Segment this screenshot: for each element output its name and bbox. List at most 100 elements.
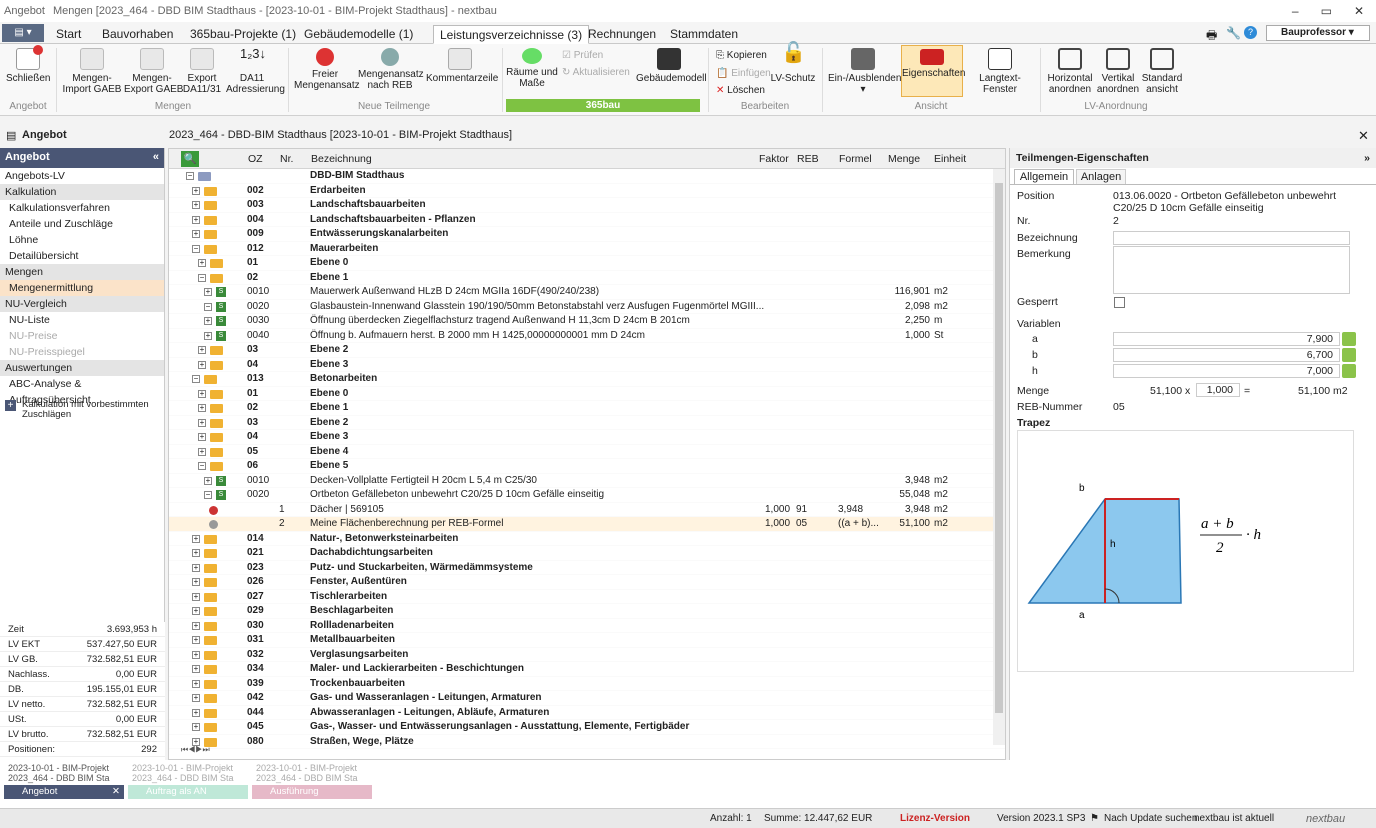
col-nr[interactable]: Nr. (280, 153, 293, 165)
schliessen-button[interactable]: Schließen (6, 45, 50, 84)
mengen-import-gaeb-button[interactable]: Mengen- Import GAEB (62, 48, 122, 95)
table-row[interactable]: +044 Abwasseranlagen - Leitungen, Abläufe… (169, 706, 1005, 720)
expand-toggle-icon[interactable]: + (192, 636, 200, 644)
expand-toggle-icon[interactable]: + (192, 534, 200, 543)
expand-toggle-icon[interactable]: − (198, 462, 206, 470)
kommentarzeile-button[interactable]: Kommentarzeile (426, 48, 498, 84)
tab-doc-ausfuehrung[interactable]: Ausführung (252, 785, 372, 799)
kopieren-button[interactable]: ⎘ Kopieren (716, 50, 767, 61)
expand-toggle-icon[interactable]: + (198, 433, 206, 441)
mengenansatz-reb-button[interactable]: Mengenansatz nach REB (358, 48, 424, 91)
expand-toggle-icon[interactable]: + (204, 288, 212, 296)
vertikal-anordnen-button[interactable]: Vertikal anordnen (1096, 48, 1140, 95)
file-menu-button[interactable]: ▤ ▾ (2, 24, 44, 42)
help-icon[interactable]: ? (1244, 26, 1257, 39)
table-row[interactable]: +039 Trockenbauarbeiten (169, 677, 1005, 691)
table-row[interactable]: +002 Erdarbeiten (169, 184, 1005, 198)
table-row[interactable]: +030 Rollladenarbeiten (169, 619, 1005, 633)
tab-rechnungen[interactable]: Rechnungen (582, 25, 662, 44)
table-row[interactable]: − 06 Ebene 5 (169, 459, 1005, 474)
expand-toggle-icon[interactable]: + (198, 389, 206, 398)
table-row[interactable]: − 013 Betonarbeiten (169, 372, 1005, 387)
table-row[interactable]: +02 Ebene 1 (169, 401, 1005, 416)
table-row[interactable]: +01 Ebene 0 (169, 256, 1005, 271)
nav-item[interactable]: ABC-Analyse & Auftragsübersicht (0, 376, 164, 406)
table-row[interactable]: +029 Beschlagarbeiten (169, 604, 1005, 619)
col-reb[interactable]: REB (797, 153, 819, 165)
expand-toggle-icon[interactable]: + (192, 592, 200, 601)
col-menge[interactable]: Menge (888, 153, 920, 165)
scroll-thumb[interactable] (995, 183, 1003, 713)
tab-bauvorhaben[interactable]: Bauvorhaben (96, 25, 179, 44)
vertical-scrollbar[interactable] (993, 169, 1005, 745)
expand-toggle-icon[interactable]: + (192, 215, 200, 224)
close-icon[interactable]: ✕ (1354, 4, 1364, 18)
expand-toggle-icon[interactable]: + (192, 650, 200, 659)
expand-toggle-icon[interactable]: + (192, 723, 200, 731)
variable-value-input[interactable]: 7,900 (1113, 332, 1340, 346)
expand-toggle-icon[interactable]: + (204, 476, 212, 485)
table-row[interactable]: +032 Verglasungsarbeiten (169, 648, 1005, 662)
wrench-icon[interactable]: 🔧 (1226, 26, 1241, 40)
doc-2-caption[interactable]: 2023-10-01 - BIM-Projekt 2023_464 - DBD B… (132, 763, 234, 783)
variable-value-input[interactable]: 6,700 (1113, 348, 1340, 362)
freier-mengenansatz-button[interactable]: Freier Mengenansatz (294, 48, 360, 91)
variable-pick-icon[interactable] (1342, 348, 1356, 362)
menge-factor-input[interactable]: 1,000 (1196, 383, 1240, 397)
table-row[interactable]: +03 Ebene 2 (169, 416, 1005, 430)
expand-toggle-icon[interactable]: + (192, 563, 200, 572)
nav-item[interactable]: Kalkulationsverfahren (0, 200, 164, 216)
nav-item[interactable]: Anteile und Zuschläge (0, 216, 164, 232)
table-row[interactable]: +034 Maler- und Lackierarbeiten - Beschic… (169, 662, 1005, 677)
expand-toggle-icon[interactable]: + (192, 607, 200, 615)
expand-toggle-icon[interactable]: + (192, 201, 200, 209)
table-row[interactable]: +04 Ebene 3 (169, 358, 1005, 372)
table-row[interactable]: +042 Gas- und Wasseranlagen - Leitungen, … (169, 691, 1005, 706)
kalkulation-note[interactable]: + Kalkulation mit vorbestimmten Zuschläg… (0, 400, 164, 420)
ein-ausblenden-button[interactable]: Ein-/Ausblenden ▾ (828, 48, 901, 95)
table-row[interactable]: 1 Dächer | 569105 1,000 91 3,948 3,948 m2 (169, 503, 1005, 517)
expand-toggle-icon[interactable]: + (192, 578, 200, 586)
table-row[interactable]: +021 Dachabdichtungsarbeiten (169, 546, 1005, 561)
table-row[interactable]: − S 0020 Ortbeton Gefällebeton unbewehrt C2… (169, 488, 1005, 503)
status-update[interactable]: Nach Update suchen (1104, 813, 1197, 824)
table-row[interactable]: +03 Ebene 2 (169, 343, 1005, 358)
expand-toggle-icon[interactable]: + (198, 418, 206, 427)
pruefen-button[interactable]: ☑ Prüfen (562, 50, 603, 61)
table-row[interactable]: + S 0010 Mauerwerk Außenwand HLzB D 24cm MG… (169, 285, 1005, 300)
expand-toggle-icon[interactable]: + (192, 621, 200, 630)
expand-toggle-icon[interactable]: + (192, 679, 200, 688)
col-formel[interactable]: Formel (839, 153, 872, 165)
table-row[interactable]: +080 Straßen, Wege, Plätze (169, 735, 1005, 749)
gebaeudemodell-button[interactable]: Gebäudemodell (636, 48, 707, 84)
expand-toggle-icon[interactable]: + (192, 186, 200, 195)
expand-toggle-icon[interactable]: + (192, 694, 200, 702)
expand-toggle-icon[interactable]: − (204, 302, 212, 311)
table-row[interactable]: +05 Ebene 4 (169, 445, 1005, 459)
doc-1-caption[interactable]: 2023-10-01 - BIM-Projekt 2023_464 - DBD B… (8, 763, 110, 783)
lv-schutz-button[interactable]: 🔓 LV-Schutz (770, 43, 816, 84)
maximize-icon[interactable]: ▭ (1321, 4, 1332, 18)
nav-item[interactable]: NU-Liste (0, 312, 164, 328)
tab-leistungsverzeichnisse[interactable]: Leistungsverzeichnisse (3) (433, 25, 590, 44)
table-row[interactable]: +004 Landschaftsbauarbeiten - Pflanzen (169, 213, 1005, 227)
table-row[interactable]: +003 Landschaftsbauarbeiten (169, 198, 1005, 213)
expand-toggle-icon[interactable]: − (192, 244, 200, 253)
expand-toggle-icon[interactable]: − (186, 172, 194, 180)
loeschen-button[interactable]: ✕ Löschen (716, 85, 765, 96)
close-tab-icon[interactable]: ✕ (112, 785, 120, 799)
user-dropdown[interactable]: Bauprofessor ▾ (1266, 25, 1370, 41)
col-oz[interactable]: OZ (248, 153, 263, 165)
tab-anlagen[interactable]: Anlagen (1076, 169, 1126, 185)
table-row[interactable]: +023 Putz- und Stuckarbeiten, Wärmedämmsy… (169, 561, 1005, 575)
expand-toggle-icon[interactable]: − (198, 273, 206, 282)
export-da-button[interactable]: Export DA11/31 (182, 48, 222, 95)
expand-toggle-icon[interactable]: + (204, 317, 212, 325)
eigenschaften-button[interactable]: Eigenschaften (901, 45, 965, 97)
col-faktor[interactable]: Faktor (759, 153, 789, 165)
mengen-export-gaeb-button[interactable]: Mengen- Export GAEB (124, 48, 183, 95)
tab-doc-angebot[interactable]: Angebot ✕ (4, 785, 124, 799)
nav-item[interactable]: Mengenermittlung (0, 280, 164, 296)
table-row[interactable]: − 02 Ebene 1 (169, 271, 1005, 285)
expand-toggle-icon[interactable]: + (204, 331, 212, 340)
